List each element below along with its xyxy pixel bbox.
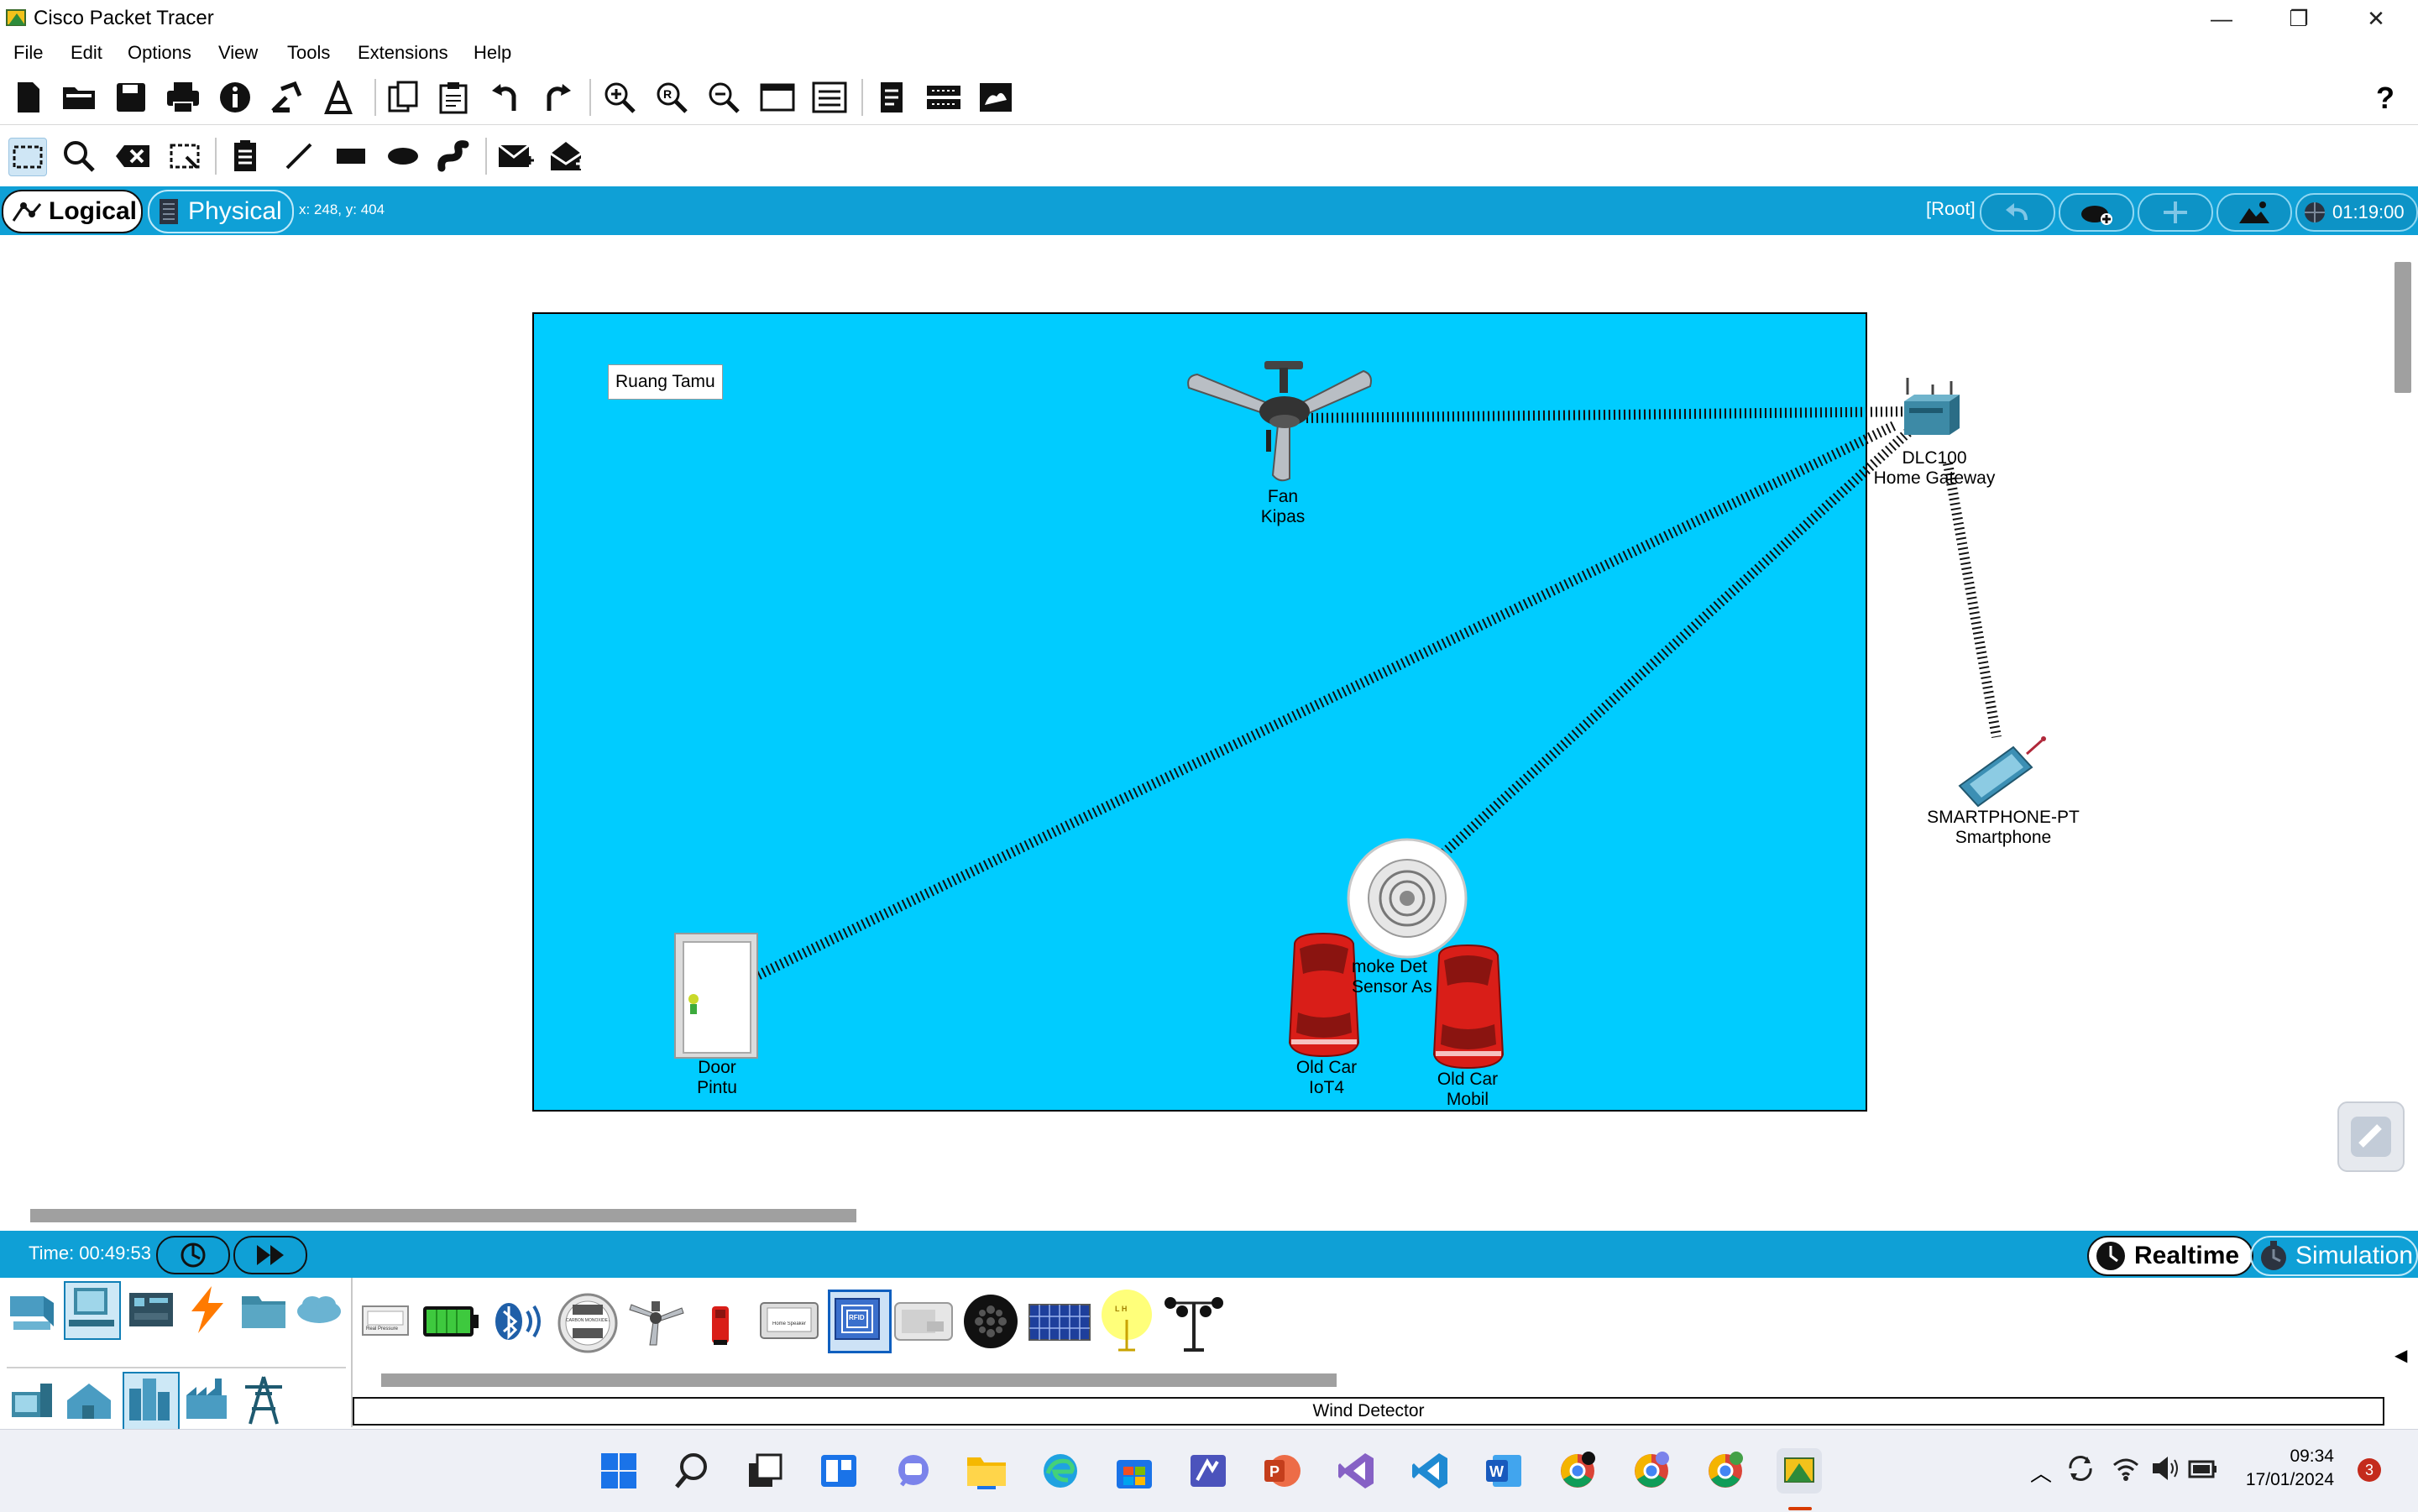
smart-city-icon[interactable] [64,1375,116,1427]
old-car-iot4-label: Old Car IoT4 [1295,1058,1358,1097]
device-rfid-reader[interactable] [893,1298,954,1345]
gateway-label: DLC100 Home Gateway [1873,448,1996,488]
end-devices-icon[interactable] [64,1281,121,1340]
simulation-label: Simulation [2295,1242,2414,1269]
device-bluetooth-speaker[interactable] [490,1298,549,1345]
selected-device-name: Wind Detector [353,1397,2384,1426]
svg-text:W: W [1489,1463,1504,1480]
chrome-profile-2-icon[interactable] [1629,1448,1674,1494]
device-ceiling-fan[interactable] [626,1300,685,1347]
visual-studio-icon[interactable] [1333,1448,1379,1494]
device-led-light[interactable]: L H [1096,1290,1157,1353]
realtime-mode-button[interactable]: Realtime [2087,1236,2253,1276]
connections-icon[interactable] [181,1284,233,1337]
power-grid-icon[interactable] [181,1375,233,1427]
sync-icon[interactable] [2065,1453,2096,1488]
old-car-mobil-device[interactable] [1432,944,1505,1070]
battery-icon[interactable] [2186,1453,2220,1488]
microsoft-store-icon[interactable] [1112,1448,1157,1494]
fan-label: Fan Kipas [1260,487,1306,526]
office-icon[interactable] [238,1375,290,1427]
door-label: Door Pintu [697,1058,737,1097]
old-car-mobil-label: Old Car Mobil [1437,1070,1499,1109]
chrome-profile-1-icon[interactable] [1555,1448,1600,1494]
fast-forward-button[interactable] [233,1236,307,1274]
power-cycle-button[interactable] [156,1236,230,1274]
category-divider [7,1367,346,1368]
simulation-mode-button[interactable]: Simulation [2250,1236,2418,1276]
network-devices-icon[interactable] [7,1284,59,1337]
collapse-panel-icon[interactable]: ◀ [2394,1345,2407,1366]
device-list-scrollbar-thumb[interactable] [381,1373,1337,1387]
taskbar-clock[interactable]: 09:34 17/01/2024 [2233,1445,2334,1492]
taskbar-time: 09:34 [2290,1447,2334,1466]
industrial-icon[interactable] [123,1372,180,1431]
windows-taskbar: P W ︿ 09:34 17/01/2024 3 [0,1429,2418,1512]
device-solar-panel[interactable] [1028,1303,1091,1342]
home-icon[interactable] [7,1375,59,1427]
teams-chat-icon[interactable] [890,1448,935,1494]
simulation-time: Time: 00:49:53 [29,1243,151,1263]
link-fan-gateway [1306,406,1920,423]
smoke-detector-device[interactable] [1347,838,1468,959]
link-smoke-gateway [1440,426,1915,857]
device-carbon-monoxide-alarm[interactable]: CARBON MONOXIDE ALARM [556,1291,620,1355]
device-wind-detector[interactable] [1162,1291,1226,1355]
home-gateway-device[interactable] [1899,376,1963,448]
svg-text:P: P [1269,1463,1280,1480]
door-device[interactable] [673,932,761,1059]
wifi-icon[interactable] [2111,1453,2141,1488]
packet-tracer-taskbar-icon[interactable] [1777,1448,1822,1494]
active-app-indicator [1788,1507,1812,1510]
widgets-icon[interactable] [816,1448,861,1494]
device-siren[interactable] [962,1293,1019,1350]
device-pressure-sensor[interactable]: Real Pressure [361,1303,410,1338]
powerpoint-icon[interactable]: P [1259,1448,1305,1494]
simulation-bar: Time: 00:49:53 Realtime Simulation [0,1231,2418,1278]
smartphone-device[interactable] [1955,735,2054,811]
edge-browser-icon[interactable] [1038,1448,1083,1494]
volume-icon[interactable] [2149,1453,2180,1488]
task-view-icon[interactable] [742,1448,788,1494]
multiuser-icon[interactable] [294,1284,346,1337]
tray-overflow-icon[interactable]: ︿ [2030,1457,2052,1488]
stopwatch-icon [2261,1241,2286,1270]
chrome-profile-3-icon[interactable] [1703,1448,1748,1494]
device-fire-sprinkler[interactable] [705,1303,734,1347]
ceiling-fan-device[interactable] [1184,358,1377,490]
start-icon[interactable] [596,1448,641,1494]
device-rfid-card[interactable]: RFID [828,1290,892,1353]
device-home-speaker[interactable]: Home Speaker [759,1301,819,1340]
vscode-icon[interactable] [1407,1448,1452,1494]
word-icon[interactable]: W [1481,1448,1526,1494]
clock-icon [2096,1242,2125,1270]
link-gateway-smartphone [1943,462,2002,739]
device-battery[interactable] [421,1303,480,1340]
power-cycle-icon [181,1243,206,1268]
taskbar-date: 17/01/2024 [2245,1470,2334,1489]
file-explorer-icon[interactable] [964,1448,1009,1494]
miscellaneous-icon[interactable] [238,1284,290,1337]
fast-forward-icon [257,1245,284,1265]
realtime-label: Realtime [2134,1242,2240,1269]
components-icon[interactable] [126,1284,178,1337]
teams-app-icon[interactable] [1185,1448,1231,1494]
smartphone-label: SMARTPHONE-PT Smartphone [1927,808,2080,847]
search-icon[interactable] [670,1448,715,1494]
notification-badge[interactable]: 3 [2358,1458,2381,1482]
device-selection-panel: Real Pressure CARBON MONOXIDE ALARM Home… [0,1278,2418,1431]
